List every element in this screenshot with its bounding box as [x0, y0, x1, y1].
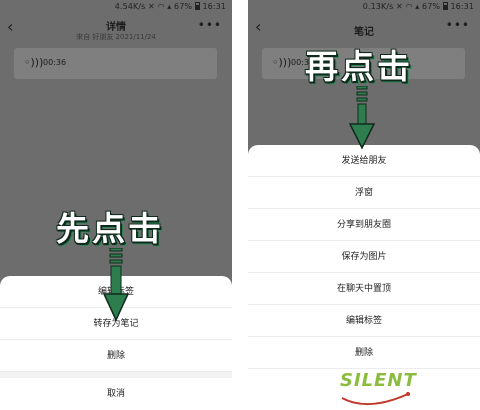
voice-message-card[interactable]: ◦))) 00:36 [14, 48, 217, 79]
wifi-icon: ◠ [405, 2, 413, 11]
network-speed: 4.54K/s [114, 2, 146, 11]
more-options-icon[interactable]: ••• [446, 19, 470, 31]
detail-header: ‹ 详情 来自 好朋友 2021/11/24 ••• [0, 14, 232, 44]
voice-wave-icon: ◦))) [24, 56, 44, 69]
status-bar: 4.54K/s ✕ ◠ ▴ 67% 16:31 [0, 0, 232, 14]
mute-icon: ✕ [396, 2, 403, 11]
mute-icon: ✕ [148, 2, 155, 11]
battery-icon [194, 2, 200, 10]
watermark-logo: SILENT [338, 368, 430, 410]
status-text: 0.13K/s ✕ ◠ ▴ 67% 16:31 [363, 2, 474, 11]
page-subtitle: 来自 好朋友 2021/11/24 [76, 33, 156, 41]
sheet-item-floating-window[interactable]: 浮窗 [248, 177, 480, 209]
battery-icon [442, 2, 448, 10]
status-text: 4.54K/s ✕ ◠ ▴ 67% 16:31 [115, 2, 226, 11]
battery-percent: 67% [174, 2, 193, 11]
sheet-item-pin-in-chat[interactable]: 在聊天中置顶 [248, 273, 480, 305]
more-options-icon[interactable]: ••• [198, 19, 222, 31]
panel-divider [232, 0, 248, 410]
network-speed: 0.13K/s [362, 2, 394, 11]
sheet-item-save-as-image[interactable]: 保存为图片 [248, 241, 480, 273]
battery-percent: 67% [422, 2, 441, 11]
clock-time: 16:31 [450, 2, 474, 11]
voice-wave-icon: ◦))) [272, 56, 292, 69]
sheet-item-edit-tag[interactable]: 编辑标签 [248, 305, 480, 337]
voice-duration: 00:36 [43, 58, 67, 67]
arrow-shape [349, 86, 375, 150]
sheet-item-delete[interactable]: 删除 [0, 340, 232, 372]
instruction-first-click: 先点击 [56, 209, 164, 248]
instruction-then-click: 再点击 [305, 47, 413, 86]
clock-time: 16:31 [202, 2, 226, 11]
watermark-word: SILENT [340, 370, 417, 391]
sheet-item-delete[interactable]: 删除 [248, 337, 480, 369]
sheet-item-share-moments[interactable]: 分享到朋友圈 [248, 209, 480, 241]
cancel-button[interactable]: 取消 [0, 378, 232, 410]
wifi-icon: ◠ [157, 2, 165, 11]
down-arrow-icon [103, 248, 129, 322]
arrow-shape [103, 248, 129, 322]
down-arrow-icon [349, 86, 375, 150]
status-bar: 0.13K/s ✕ ◠ ▴ 67% 16:31 [248, 0, 480, 14]
